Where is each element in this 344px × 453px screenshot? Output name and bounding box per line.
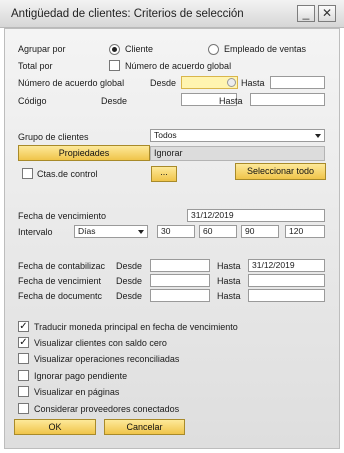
option-label-saldo-cero: Visualizar clientes con saldo cero (34, 338, 167, 348)
lookup-icon[interactable] (227, 78, 236, 87)
codigo-hasta-input[interactable] (250, 93, 325, 106)
chevron-down-icon (315, 134, 321, 138)
grupo-select[interactable]: Todos (150, 129, 325, 142)
fecha-documento-label: Fecha de documentc (18, 291, 103, 301)
option-label-reconciliadas: Visualizar operaciones reconciliadas (34, 354, 180, 364)
fecha-vencimiento-input[interactable]: 31/12/2019 (187, 209, 325, 222)
option-checkbox-reconciliadas[interactable] (18, 353, 29, 364)
ctas-control-label: Ctas.de control (37, 169, 98, 179)
total-por-checkbox-label: Número de acuerdo global (125, 61, 232, 71)
total-por-label: Total por (18, 61, 53, 71)
ellipsis-button[interactable]: ... (151, 166, 177, 182)
chevron-down-icon (138, 230, 144, 234)
fecha-contabilizacion-label: Fecha de contabilizac (18, 261, 106, 271)
intervalo-1-input[interactable]: 30 (157, 225, 195, 238)
fecha-documento-desde-label: Desde (116, 291, 143, 301)
window-title: Antigüedad de clientes: Criterios de sel… (11, 8, 244, 20)
option-checkbox-saldo-cero[interactable]: ✓ (18, 337, 29, 348)
fecha-vencimiento-label: Fecha de vencimiento (18, 211, 107, 221)
numero-acuerdo-hasta-label: Hasta (241, 78, 265, 88)
grupo-label: Grupo de clientes (18, 132, 89, 142)
numero-acuerdo-hasta-input[interactable] (270, 76, 325, 89)
fecha-contabilizacion-hasta-label: Hasta (217, 261, 241, 271)
intervalo-select[interactable]: Días (74, 225, 148, 238)
radio-empleado[interactable] (208, 44, 219, 55)
fecha-documento-hasta-input[interactable] (248, 289, 325, 302)
intervalo-4-input[interactable]: 120 (285, 225, 325, 238)
close-button[interactable]: ✕ (318, 5, 336, 22)
fecha-contabilizacion-hasta-input[interactable]: 31/12/2019 (248, 259, 325, 272)
fecha-vencimiento-hasta-input[interactable] (248, 274, 325, 287)
grupo-select-value: Todos (154, 130, 177, 140)
minimize-button[interactable]: _ (297, 5, 315, 22)
title-bar: Antigüedad de clientes: Criterios de sel… (0, 0, 344, 28)
agrupar-label: Agrupar por (18, 44, 66, 54)
option-label-traducir: Traducir moneda principal en fecha de ve… (34, 322, 238, 332)
total-por-checkbox[interactable] (109, 60, 120, 71)
radio-cliente[interactable] (109, 44, 120, 55)
intervalo-3-input[interactable]: 90 (241, 225, 279, 238)
seleccionar-todo-button[interactable]: Seleccionar todo (235, 163, 326, 180)
intervalo-2-input[interactable]: 60 (199, 225, 237, 238)
ctas-control-checkbox[interactable] (22, 168, 33, 179)
option-checkbox-paginas[interactable] (18, 386, 29, 397)
propiedades-button[interactable]: Propiedades (18, 145, 150, 161)
intervalo-select-value: Días (78, 226, 96, 236)
codigo-label: Código (18, 96, 47, 106)
codigo-desde-label: Desde (101, 96, 128, 106)
option-label-paginas: Visualizar en páginas (34, 387, 120, 397)
intervalo-label: Intervalo (18, 227, 53, 237)
fecha-contabilizacion-desde-label: Desde (116, 261, 143, 271)
fecha-contabilizacion-desde-input[interactable] (150, 259, 210, 272)
option-checkbox-proveedores[interactable] (18, 403, 29, 414)
cancel-button[interactable]: Cancelar (104, 419, 185, 435)
radio-empleado-label: Empleado de ventas (224, 44, 307, 54)
fecha-documento-desde-input[interactable] (150, 289, 210, 302)
option-label-pago-pendiente: Ignorar pago pendiente (34, 371, 128, 381)
fecha-vencimiento-hasta-label: Hasta (217, 276, 241, 286)
fecha-vencimiento-desde-label: Desde (116, 276, 143, 286)
dialog-window: Antigüedad de clientes: Criterios de sel… (0, 0, 344, 453)
criteria-panel: Agrupar por Cliente Empleado de ventas T… (4, 28, 340, 449)
option-label-proveedores: Considerar proveedores conectados (34, 404, 180, 414)
codigo-hasta-label: Hasta (219, 96, 243, 106)
numero-acuerdo-label: Número de acuerdo global (18, 78, 125, 88)
fecha-vencimiento-range-label: Fecha de vencimient (18, 276, 102, 286)
propiedades-value: Ignorar (150, 146, 325, 161)
radio-cliente-label: Cliente (125, 44, 154, 54)
fecha-documento-hasta-label: Hasta (217, 291, 241, 301)
option-checkbox-traducir[interactable]: ✓ (18, 321, 29, 332)
option-checkbox-pago-pendiente[interactable] (18, 370, 29, 381)
ok-button[interactable]: OK (14, 419, 96, 435)
fecha-vencimiento-desde-input[interactable] (150, 274, 210, 287)
numero-acuerdo-desde-label: Desde (150, 78, 177, 88)
